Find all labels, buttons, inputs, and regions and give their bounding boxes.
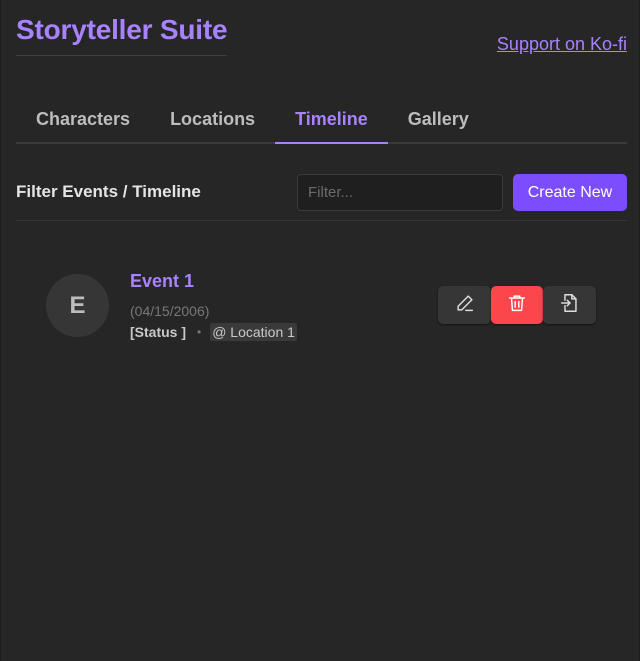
- edit-button[interactable]: [438, 286, 491, 324]
- event-date: (04/15/2006): [130, 303, 210, 319]
- create-new-button[interactable]: Create New: [513, 174, 627, 211]
- tab-bar: Characters Locations Timeline Gallery: [16, 100, 627, 144]
- file-open-icon: [559, 292, 581, 319]
- tab-characters[interactable]: Characters: [16, 100, 150, 144]
- meta-separator: •: [197, 325, 202, 339]
- tab-timeline[interactable]: Timeline: [275, 100, 388, 144]
- event-actions: [438, 286, 596, 324]
- avatar: E: [46, 274, 109, 337]
- event-meta: [Status ] • @ Location 1: [130, 323, 297, 341]
- list-item: E Event 1 (04/15/2006) [Status ] • @ Loc…: [46, 266, 597, 346]
- location-tag: @ Location 1: [210, 323, 297, 341]
- open-button[interactable]: [543, 286, 596, 324]
- tab-locations[interactable]: Locations: [150, 100, 275, 144]
- header: Storyteller Suite Support on Ko-fi: [16, 14, 627, 60]
- app-title: Storyteller Suite: [16, 14, 228, 56]
- app-window: Storyteller Suite Support on Ko-fi Chara…: [0, 0, 640, 661]
- trash-icon: [506, 292, 528, 319]
- timeline-toolbar: Filter Events / Timeline Create New: [16, 173, 627, 221]
- status-badge: [Status ]: [130, 324, 186, 340]
- section-title: Filter Events / Timeline: [16, 182, 201, 201]
- pencil-icon: [454, 292, 476, 319]
- delete-button[interactable]: [491, 286, 543, 324]
- support-kofi-link[interactable]: Support on Ko-fi: [497, 34, 627, 55]
- event-title[interactable]: Event 1: [130, 271, 194, 292]
- tab-gallery[interactable]: Gallery: [388, 100, 489, 144]
- filter-input[interactable]: [297, 174, 503, 211]
